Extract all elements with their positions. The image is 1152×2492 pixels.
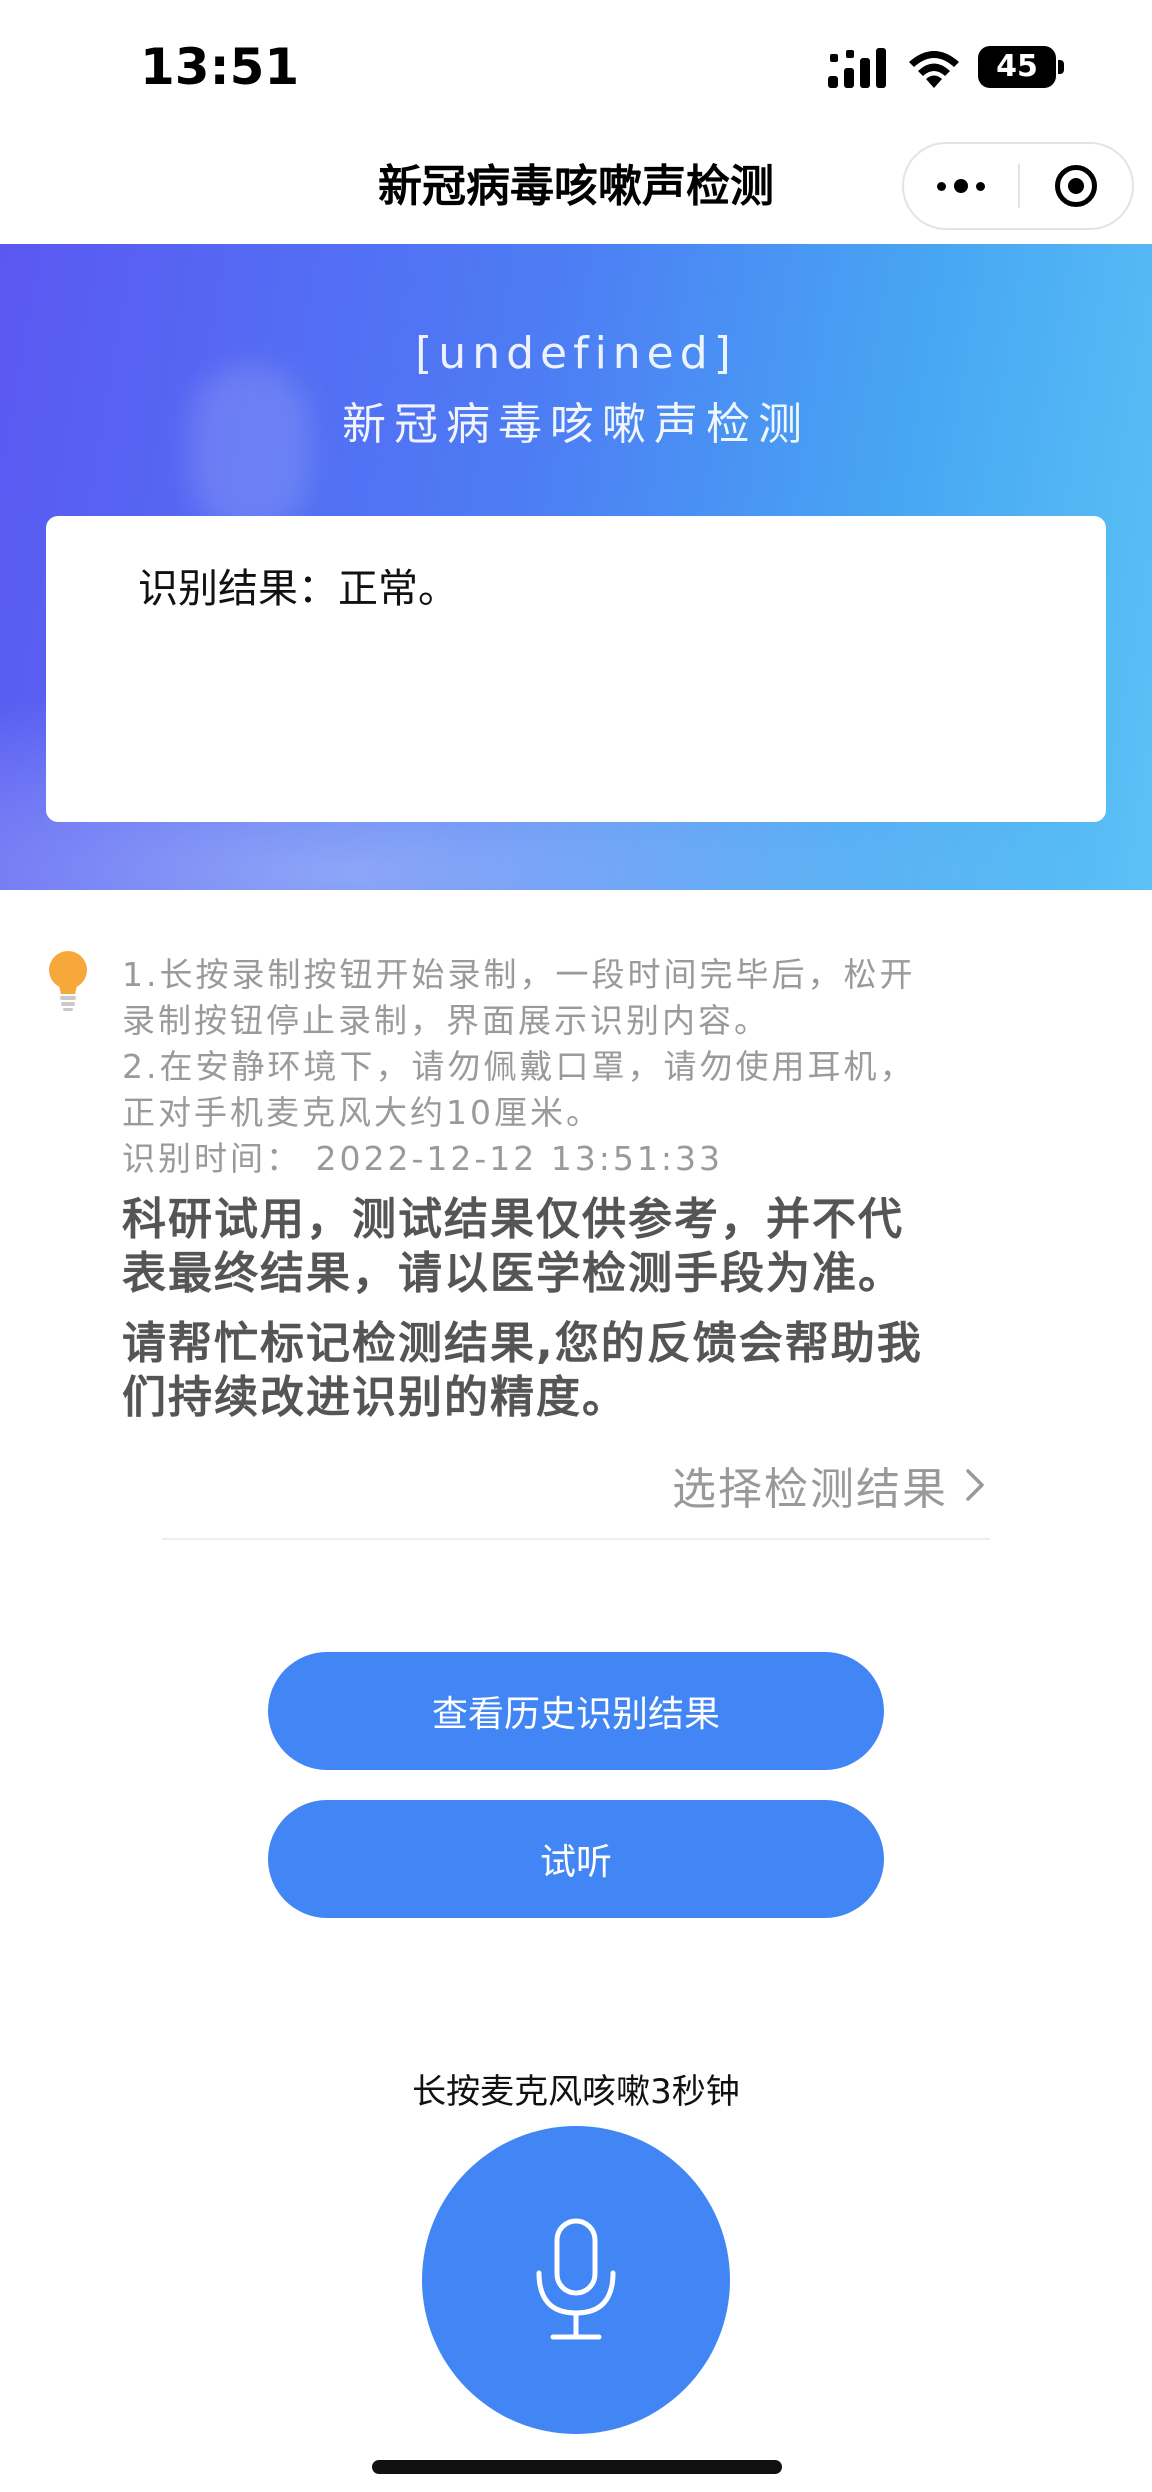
banner-title: 新冠病毒咳嗽声检测 (342, 399, 810, 450)
home-indicator (372, 2460, 782, 2474)
play-back-button[interactable]: 试听 (268, 1800, 884, 1918)
chevron-right-icon (966, 1469, 984, 1501)
instruction-line: 1.长按录制按钮开始录制，一段时间完毕后，松开 (122, 955, 916, 994)
status-time: 13:51 (140, 38, 300, 96)
mini-program-capsule (902, 142, 1134, 230)
feedback-text: 们持续改进识别的精度。 (122, 1372, 628, 1423)
signal-icon (828, 48, 886, 88)
wifi-icon (909, 51, 959, 88)
disclaimer-text: 科研试用，测试结果仅供参考，并不代 (122, 1194, 904, 1245)
microphone-icon (536, 2218, 616, 2340)
select-result-link[interactable]: 选择检测结果 (560, 1450, 990, 1520)
battery-level: 45 (996, 49, 1038, 84)
lightbulb-icon (49, 951, 87, 1011)
more-dots-icon[interactable] (904, 144, 1018, 228)
result-text: 识别结果：正常。 (138, 566, 458, 612)
record-hint: 长按麦克风咳嗽3秒钟 (412, 2072, 740, 2112)
record-button[interactable] (422, 2126, 730, 2434)
view-history-button[interactable]: 查看历史识别结果 (268, 1652, 884, 1770)
banner-user-label: [undefined] (415, 328, 737, 379)
recognition-time: 识别时间： 2022-12-12 13:51:33 (122, 1139, 723, 1178)
instruction-line: 录制按钮停止录制，界面展示识别内容。 (122, 1001, 770, 1040)
select-result-label: 选择检测结果 (672, 1464, 948, 1515)
instruction-line: 正对手机麦克风大约10厘米。 (122, 1093, 602, 1132)
result-card: 识别结果：正常。 (46, 516, 1106, 822)
target-close-icon[interactable] (1020, 144, 1132, 228)
status-bar: 13:51 45 (0, 0, 1152, 140)
disclaimer-text: 表最终结果，请以医学检测手段为准。 (122, 1248, 904, 1299)
battery-indicator: 45 (978, 46, 1064, 88)
feedback-text: 请帮忙标记检测结果,您的反馈会帮助我 (122, 1318, 923, 1369)
instruction-line: 2.在安静环境下，请勿佩戴口罩，请勿使用耳机， (122, 1047, 916, 1086)
header-banner: [undefined] 新冠病毒咳嗽声检测 识别结果：正常。 (0, 244, 1152, 890)
divider (162, 1538, 990, 1540)
